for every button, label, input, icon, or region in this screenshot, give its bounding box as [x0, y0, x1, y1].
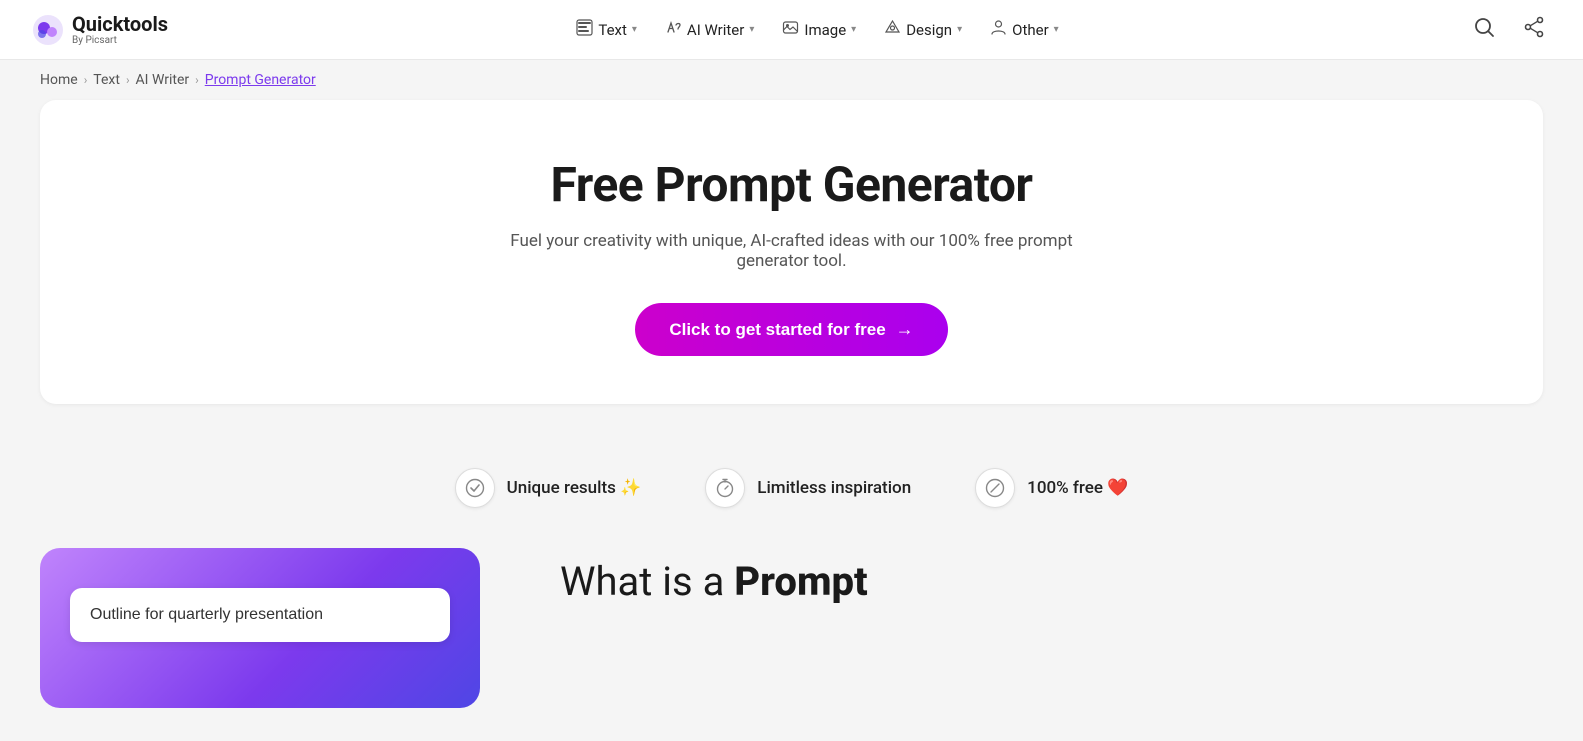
text-icon	[576, 19, 593, 40]
nav-item-ai-writer[interactable]: AI Writer ▾	[653, 11, 766, 48]
hero-subtitle: Fuel your creativity with unique, AI-cra…	[492, 231, 1092, 271]
unique-label: Unique results ✨	[507, 478, 642, 498]
breadcrumb: Home › Text › AI Writer › Prompt Generat…	[0, 60, 1583, 100]
nav-item-other[interactable]: Other ▾	[978, 11, 1071, 48]
demo-card	[40, 548, 480, 708]
limitless-icon-circle	[705, 468, 745, 508]
free-icon-circle	[975, 468, 1015, 508]
bottom-section: What is a Prompt	[0, 548, 1583, 708]
hero-section: Free Prompt Generator Fuel your creativi…	[40, 100, 1543, 404]
breadcrumb-text[interactable]: Text	[93, 72, 120, 88]
design-icon	[884, 19, 901, 40]
nav-right	[1467, 10, 1551, 50]
breadcrumb-sep-2: ›	[126, 73, 130, 87]
breadcrumb-home[interactable]: Home	[40, 72, 78, 88]
hero-title: Free Prompt Generator	[80, 156, 1503, 213]
timer-icon	[715, 478, 735, 498]
share-icon	[1523, 16, 1545, 38]
cta-button[interactable]: Click to get started for free →	[635, 303, 947, 356]
nav-item-image[interactable]: Image ▾	[770, 11, 868, 48]
image-chevron-icon: ▾	[851, 24, 856, 35]
breadcrumb-sep-3: ›	[195, 73, 199, 87]
free-label: 100% free ❤️	[1027, 478, 1128, 498]
limitless-label: Limitless inspiration	[757, 478, 911, 498]
logo[interactable]: Quicktools By Picsart	[32, 13, 168, 46]
feature-free: 100% free ❤️	[975, 468, 1128, 508]
ai-writer-icon	[665, 19, 682, 40]
logo-text: Quicktools By Picsart	[72, 13, 168, 46]
what-is-title: What is a Prompt	[560, 558, 1543, 606]
ai-writer-chevron-icon: ▾	[749, 24, 754, 35]
logo-icon	[32, 14, 64, 46]
other-icon	[990, 19, 1007, 40]
breadcrumb-current: Prompt Generator	[205, 72, 316, 88]
search-button[interactable]	[1467, 10, 1501, 50]
feature-unique: Unique results ✨	[455, 468, 642, 508]
image-icon	[782, 19, 799, 40]
features-section: Unique results ✨ Limitless inspiration 1…	[0, 428, 1583, 548]
nav-item-text[interactable]: Text ▾	[564, 11, 649, 48]
share-button[interactable]	[1517, 10, 1551, 50]
header: Quicktools By Picsart Text ▾ AI Writer ▾…	[0, 0, 1583, 60]
feature-limitless: Limitless inspiration	[705, 468, 911, 508]
demo-input[interactable]	[70, 588, 450, 642]
check-circle-icon	[465, 478, 485, 498]
cta-arrow-icon: →	[896, 319, 914, 340]
breadcrumb-sep-1: ›	[84, 73, 88, 87]
main-nav: Text ▾ AI Writer ▾ Image ▾ Design ▾	[564, 11, 1070, 48]
breadcrumb-ai-writer[interactable]: AI Writer	[136, 72, 190, 88]
other-chevron-icon: ▾	[1054, 24, 1059, 35]
search-icon	[1473, 16, 1495, 38]
what-is-section: What is a Prompt	[560, 548, 1543, 606]
text-chevron-icon: ▾	[632, 24, 637, 35]
design-chevron-icon: ▾	[957, 24, 962, 35]
nav-item-design[interactable]: Design ▾	[872, 11, 974, 48]
free-icon	[985, 478, 1005, 498]
unique-icon-circle	[455, 468, 495, 508]
